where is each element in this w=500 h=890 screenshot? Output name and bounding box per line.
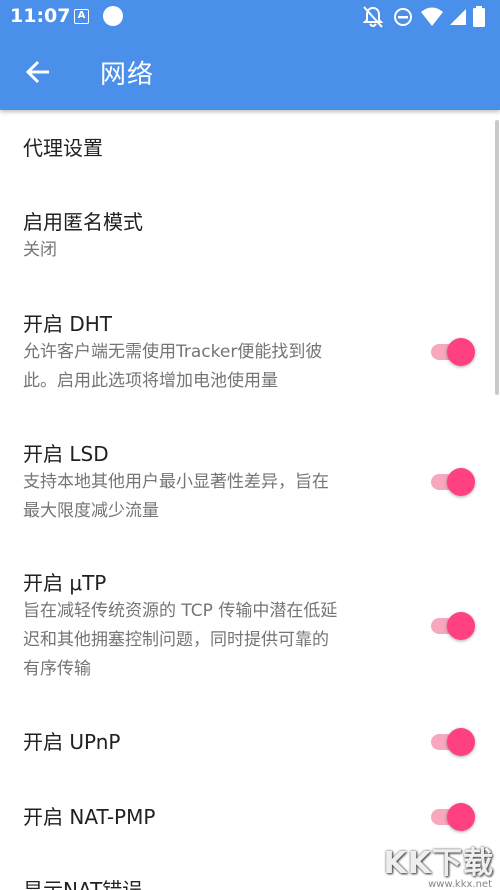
pref-summary-line: 此。启用此选项将增加电池使用量	[23, 371, 278, 391]
pref-title: 显示NAT错误	[23, 878, 143, 890]
pref-enable-dht[interactable]: 开启 DHT 允许客户端无需使用Tracker便能找到彼 此。启用此选项将增加电…	[0, 310, 500, 396]
pref-title: 开启 DHT	[23, 312, 113, 336]
do-not-disturb-icon	[394, 8, 412, 26]
scrollbar[interactable]	[495, 120, 499, 395]
pref-title: 开启 NAT-PMP	[23, 805, 156, 829]
pref-title: 启用匿名模式	[23, 210, 143, 234]
wifi-icon	[421, 7, 443, 26]
switch-thumb	[447, 468, 475, 496]
pref-summary-line: 有序传输	[23, 659, 91, 679]
pref-title: 开启 LSD	[23, 442, 109, 466]
status-time: 11:07	[10, 5, 71, 27]
switch-thumb	[447, 612, 475, 640]
switch-thumb	[447, 338, 475, 366]
upnp-switch[interactable]	[429, 728, 475, 756]
pref-title: 开启 UPnP	[23, 730, 121, 754]
notification-a-icon: A	[74, 9, 89, 24]
pref-summary-line: 最大限度减少流量	[23, 501, 159, 521]
page-title: 网络	[100, 60, 155, 90]
pref-enable-lsd[interactable]: 开启 LSD 支持本地其他用户最小显著性差异，旨在 最大限度减少流量	[0, 440, 500, 526]
notification-dot-icon	[103, 6, 123, 26]
pref-summary-line: 允许客户端无需使用Tracker便能找到彼	[23, 342, 323, 362]
arrow-left-icon	[25, 60, 49, 84]
watermark-url: www.kkx.net	[428, 879, 492, 890]
battery-icon	[473, 6, 485, 27]
pref-title: 开启 μTP	[23, 571, 107, 595]
utp-switch[interactable]	[429, 612, 475, 640]
lsd-switch[interactable]	[429, 468, 475, 496]
app-bar: 11:07 A 网络	[0, 0, 500, 110]
pref-summary-line: 支持本地其他用户最小显著性差异，旨在	[23, 472, 329, 492]
back-button[interactable]	[14, 48, 62, 96]
toolbar: 网络	[0, 34, 500, 110]
pref-enable-nat-pmp[interactable]: 开启 NAT-PMP	[0, 803, 500, 831]
pref-title: 代理设置	[23, 136, 103, 160]
pref-summary-line: 迟和其他拥塞控制问题，同时提供可靠的	[23, 630, 329, 650]
pref-proxy-settings[interactable]: 代理设置	[0, 134, 500, 162]
bell-off-icon	[362, 6, 384, 28]
signal-icon	[450, 9, 466, 25]
pref-summary-line: 旨在减轻传统资源的 TCP 传输中潜在低延	[23, 601, 338, 621]
watermark-logo: KK下载	[383, 846, 494, 881]
status-bar: 11:07 A	[0, 0, 500, 34]
pref-summary: 关闭	[23, 240, 57, 260]
dht-switch[interactable]	[429, 338, 475, 366]
nat-pmp-switch[interactable]	[429, 803, 475, 831]
pref-enable-upnp[interactable]: 开启 UPnP	[0, 728, 500, 756]
preference-list: 代理设置 启用匿名模式 关闭 开启 DHT 允许客户端无需使用Tracker便能…	[0, 110, 500, 890]
pref-enable-utp[interactable]: 开启 μTP 旨在减轻传统资源的 TCP 传输中潜在低延 迟和其他拥塞控制问题，…	[0, 569, 500, 684]
pref-anonymous-mode[interactable]: 启用匿名模式 关闭	[0, 208, 500, 265]
status-icons	[362, 5, 492, 29]
switch-thumb	[447, 803, 475, 831]
switch-thumb	[447, 728, 475, 756]
